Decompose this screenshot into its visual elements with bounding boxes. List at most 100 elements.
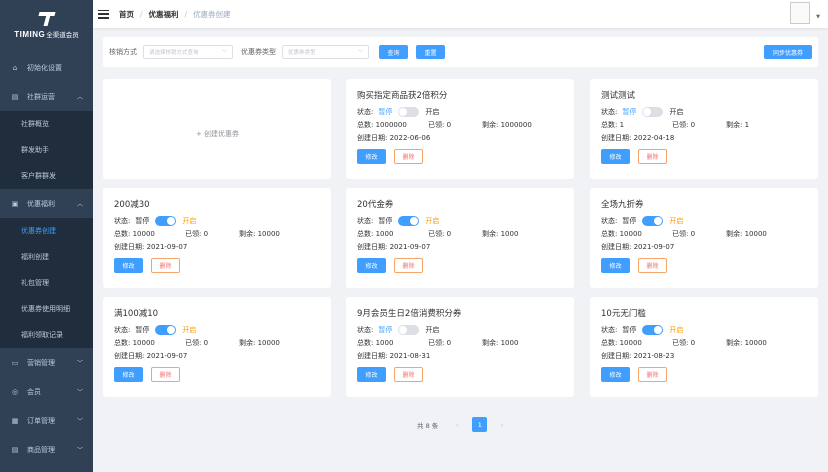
- remaining-stat: 剩余: 1000: [482, 338, 519, 347]
- sidebar-item-community[interactable]: ▤ 社群运营 ︿: [0, 82, 93, 111]
- chevron-down-icon: ﹀: [357, 49, 363, 56]
- sidebar-subitem-welfare-create[interactable]: 福利创建: [0, 244, 93, 270]
- enabled-label: 开启: [425, 216, 440, 225]
- remaining-value: 10000: [257, 338, 280, 347]
- breadcrumb-home[interactable]: 首页: [119, 9, 134, 20]
- status-toggle[interactable]: [642, 106, 664, 117]
- sidebar-subitem-welfare-records[interactable]: 福利领取记录: [0, 322, 93, 348]
- status-toggle[interactable]: [642, 215, 664, 226]
- enabled-label: 开启: [425, 325, 440, 334]
- enabled-label: 开启: [669, 107, 684, 116]
- coupon-stats-row: 总数: 10000 已领: 0 剩余: 10000: [114, 336, 321, 349]
- reset-button[interactable]: 重置: [416, 45, 445, 59]
- next-page-icon[interactable]: ›: [497, 421, 507, 429]
- sidebar-subitem-coupon-create[interactable]: 优惠券创建: [0, 218, 93, 244]
- used-stat: 已领: 0: [185, 229, 209, 238]
- sidebar-subitem-gift-pack[interactable]: 礼包管理: [0, 270, 93, 296]
- status-toggle[interactable]: [398, 215, 420, 226]
- total-value: 10000: [132, 229, 155, 238]
- community-submenu: 社群概览 群发助手 客户群群发: [0, 111, 93, 189]
- used-value: 0: [446, 120, 452, 129]
- edit-button[interactable]: 修改: [601, 258, 630, 273]
- edit-button[interactable]: 修改: [357, 149, 386, 164]
- status-toggle[interactable]: [398, 106, 420, 117]
- writeoff-placeholder: 请选择核销方式查询: [149, 50, 199, 56]
- status-toggle[interactable]: [642, 324, 664, 335]
- coupon-card: 200减30 状态: 暂停 开启 总数: 10000 已领: 0 剩余: 100…: [103, 188, 331, 288]
- created-date: 2021-09-07: [146, 242, 188, 251]
- sidebar-item-benefits[interactable]: ▣ 优惠福利 ︿: [0, 189, 93, 218]
- delete-button[interactable]: 删除: [151, 367, 180, 382]
- sidebar-item-marketing[interactable]: ▭ 营销管理 ﹀: [0, 348, 93, 377]
- coupon-type-select[interactable]: 优惠券类型 ﹀: [282, 45, 369, 59]
- page-number-current[interactable]: 1: [472, 417, 488, 432]
- delete-button[interactable]: 删除: [394, 367, 423, 382]
- create-coupon-card[interactable]: + 创建优惠券: [103, 79, 331, 179]
- remaining-stat: 剩余: 10000: [239, 338, 280, 347]
- coupon-card: 20代金券 状态: 暂停 开启 总数: 1000 已领: 0 剩余: 1000 …: [346, 188, 574, 288]
- top-navbar: 首页 / 优惠福利 / 优惠券创建 ▼: [93, 0, 828, 28]
- created-date-row: 创建日期: 2021-09-07: [114, 351, 188, 360]
- status-toggle[interactable]: [155, 324, 177, 335]
- coupon-actions: 修改 删除: [601, 258, 808, 273]
- coupon-stats-row: 总数: 1000 已领: 0 剩余: 1000: [357, 336, 564, 349]
- used-stat: 已领: 0: [428, 338, 452, 347]
- coupon-status-row: 状态: 暂停 开启: [601, 105, 808, 118]
- coupon-card: 9月会员生日2倍消费积分券 状态: 暂停 开启 总数: 1000 已领: 0 剩…: [346, 297, 574, 397]
- coupon-title: 200减30: [114, 200, 150, 210]
- breadcrumb: 首页 / 优惠福利 / 优惠券创建: [119, 9, 231, 20]
- sidebar-item-init[interactable]: ⌂ 初始化设置: [0, 53, 93, 82]
- total-value: 1000: [375, 338, 394, 347]
- total-value: 10000: [619, 338, 642, 347]
- monitor-icon: ▭: [11, 358, 19, 367]
- sidebar-subitem-overview[interactable]: 社群概览: [0, 111, 93, 137]
- paused-label: 暂停: [622, 325, 637, 334]
- coupon-card: 10元无门槛 状态: 暂停 开启 总数: 10000 已领: 0 剩余: 100…: [590, 297, 818, 397]
- edit-button[interactable]: 修改: [601, 367, 630, 382]
- paused-label: 暂停: [622, 107, 637, 116]
- writeoff-select[interactable]: 请选择核销方式查询 ﹀: [143, 45, 233, 59]
- status-toggle[interactable]: [398, 324, 420, 335]
- total-stat: 总数: 1000000: [357, 120, 407, 129]
- edit-button[interactable]: 修改: [601, 149, 630, 164]
- delete-button[interactable]: 删除: [638, 258, 667, 273]
- breadcrumb-benefits[interactable]: 优惠福利: [149, 9, 179, 20]
- coupon-actions: 修改 删除: [357, 258, 564, 273]
- sidebar-subitem-group-broadcast[interactable]: 客户群群发: [0, 163, 93, 189]
- edit-button[interactable]: 修改: [357, 258, 386, 273]
- used-stat: 已领: 0: [185, 338, 209, 347]
- paused-label: 暂停: [378, 107, 393, 116]
- sidebar-item-label: 社群运营: [27, 92, 55, 101]
- coupon-actions: 修改 删除: [357, 149, 564, 164]
- status-label: 状态:: [357, 107, 374, 116]
- total-stat: 总数: 10000: [601, 229, 642, 238]
- status-toggle[interactable]: [155, 215, 177, 226]
- coupon-stats-row: 总数: 10000 已领: 0 剩余: 10000: [114, 227, 321, 240]
- home-icon: ⌂: [12, 63, 18, 72]
- coupon-status-row: 状态: 暂停 开启: [601, 214, 808, 227]
- sidebar-subitem-coupon-usage[interactable]: 优惠券使用明细: [0, 296, 93, 322]
- caret-down-icon[interactable]: ▼: [816, 14, 820, 20]
- delete-button[interactable]: 删除: [638, 149, 667, 164]
- edit-button[interactable]: 修改: [114, 367, 143, 382]
- benefits-submenu: 优惠券创建 福利创建 礼包管理 优惠券使用明细 福利领取记录: [0, 218, 93, 348]
- sidebar-subitem-broadcast[interactable]: 群发助手: [0, 137, 93, 163]
- sidebar-item-orders[interactable]: ▦ 订单管理 ﹀: [0, 406, 93, 435]
- sidebar-item-products[interactable]: ▤ 商品管理 ﹀: [0, 435, 93, 464]
- edit-button[interactable]: 修改: [357, 367, 386, 382]
- delete-button[interactable]: 删除: [151, 258, 180, 273]
- prev-page-icon[interactable]: ‹: [452, 421, 462, 429]
- chevron-down-icon: ﹀: [76, 360, 83, 367]
- coupon-stats-row: 总数: 1 已领: 0 剩余: 1: [601, 118, 808, 131]
- hamburger-menu-icon[interactable]: [98, 9, 109, 19]
- breadcrumb-separator: /: [140, 9, 143, 19]
- query-button[interactable]: 查询: [379, 45, 408, 59]
- remaining-value: 1000000: [500, 120, 532, 129]
- delete-button[interactable]: 删除: [394, 149, 423, 164]
- sync-coupons-button[interactable]: 同步优惠券: [764, 45, 812, 59]
- edit-button[interactable]: 修改: [114, 258, 143, 273]
- delete-button[interactable]: 删除: [394, 258, 423, 273]
- sidebar-item-member[interactable]: ◎ 会员 ﹀: [0, 377, 93, 406]
- delete-button[interactable]: 删除: [638, 367, 667, 382]
- avatar[interactable]: [790, 2, 810, 24]
